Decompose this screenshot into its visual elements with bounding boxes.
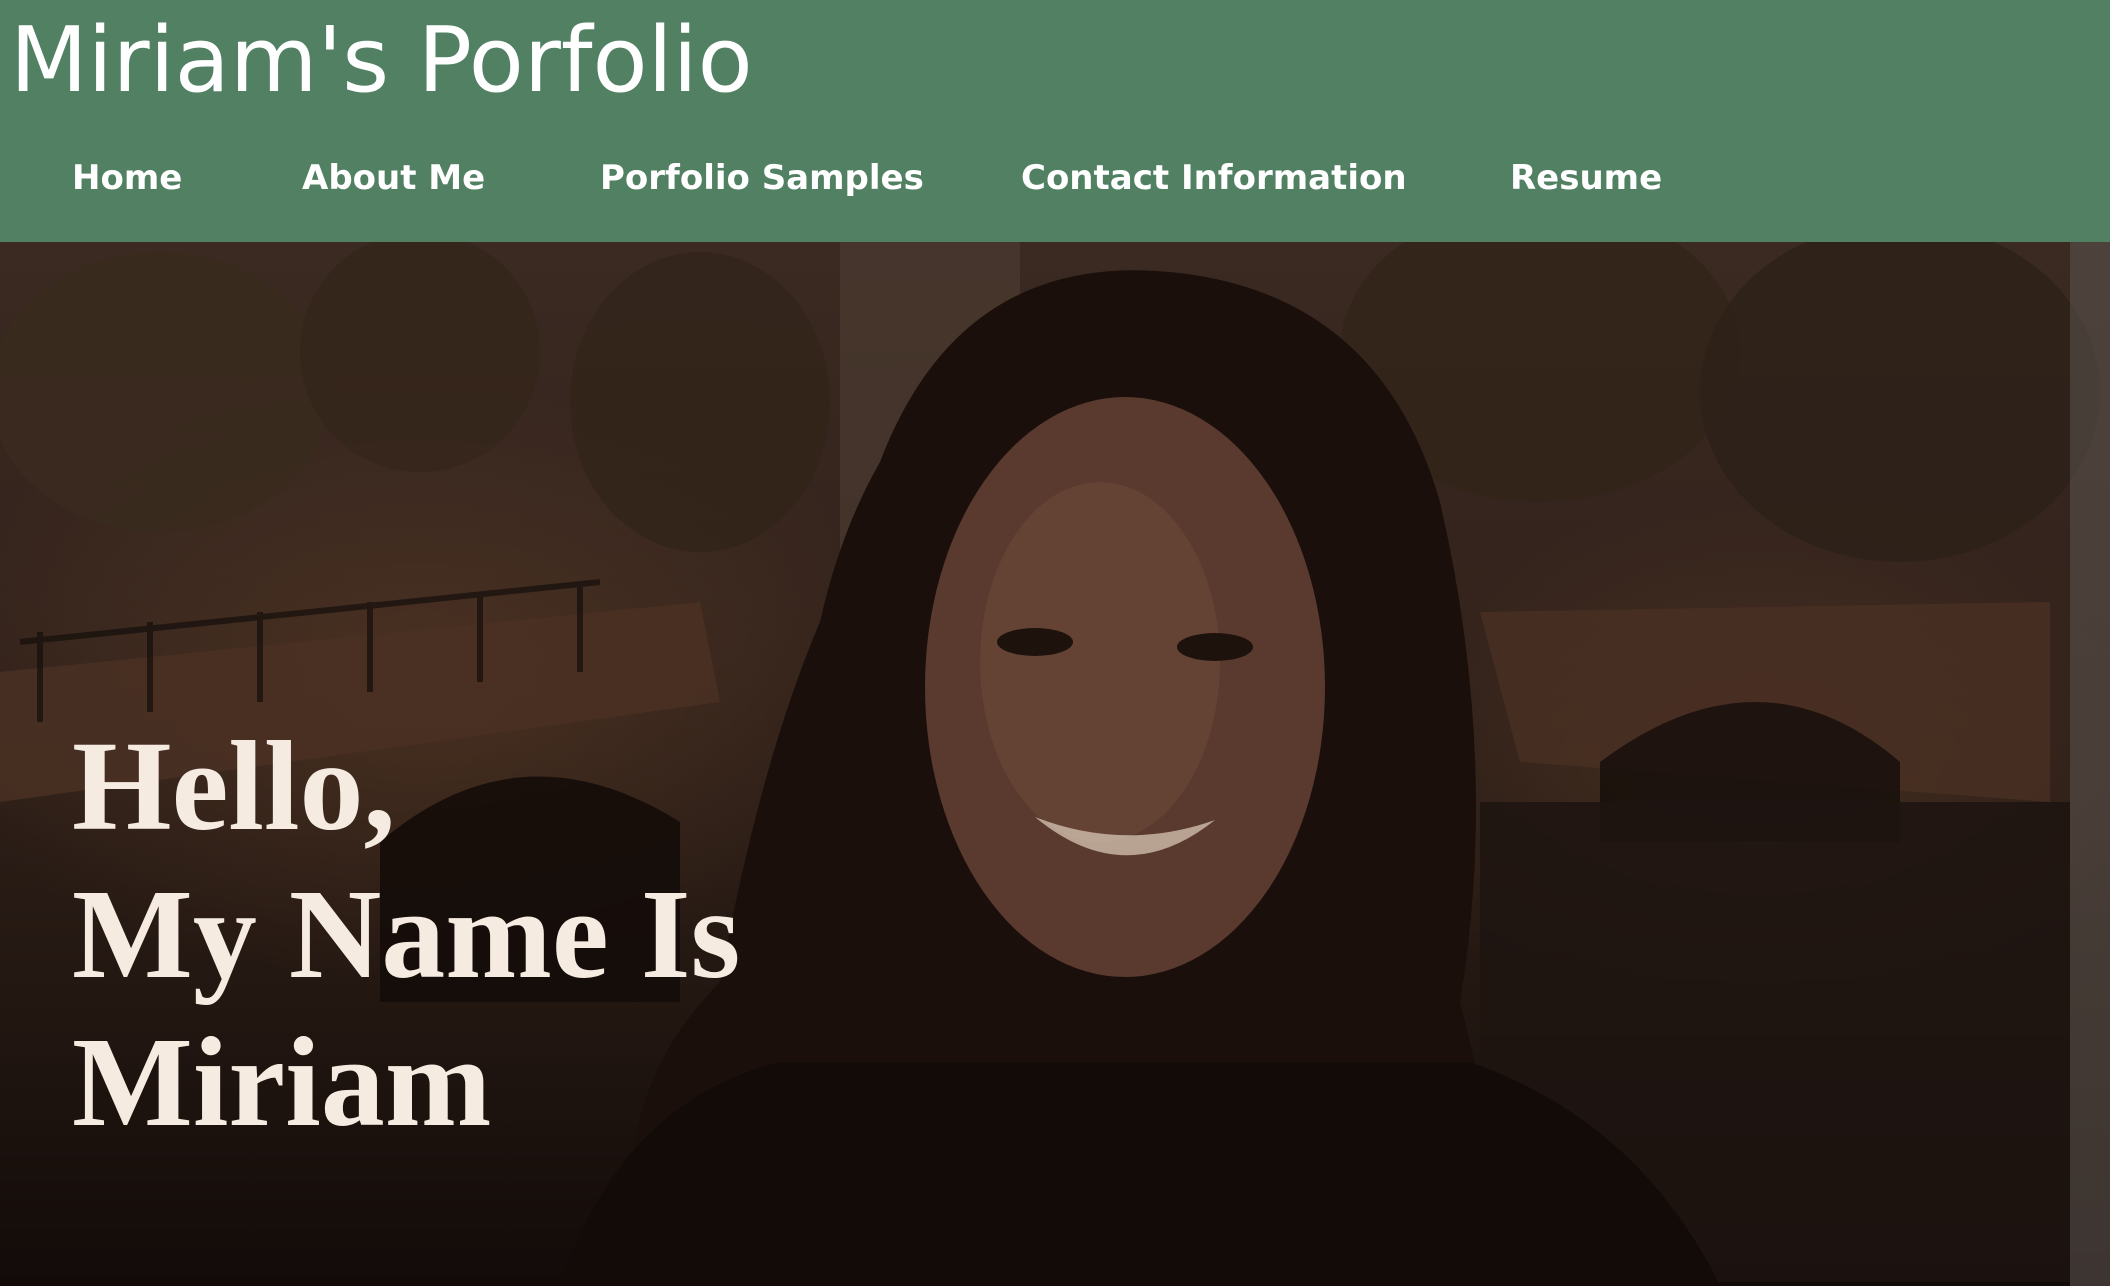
hero-heading-line-3: Miriam xyxy=(72,1011,492,1153)
site-title[interactable]: Miriam's Porfolio xyxy=(10,6,753,116)
person-eye-right xyxy=(1177,633,1253,661)
person-face-highlight xyxy=(980,482,1220,842)
hero-heading-line-1: Hello, xyxy=(72,715,396,857)
wall-edge xyxy=(2070,242,2110,1286)
site-header: Miriam's Porfolio Home About Me Porfolio… xyxy=(0,0,2110,242)
nav-link-home[interactable]: Home xyxy=(72,148,182,208)
person-eye-left xyxy=(997,628,1073,656)
hero-heading: Hello, My Name Is Miriam xyxy=(72,712,740,1156)
nav-link-about-me[interactable]: About Me xyxy=(302,148,485,208)
tree-shape xyxy=(1700,242,2100,562)
hero-section: Hello, My Name Is Miriam xyxy=(0,242,2110,1286)
tree-shape xyxy=(570,252,830,552)
tree-shape xyxy=(0,252,330,532)
nav-link-portfolio-samples[interactable]: Porfolio Samples xyxy=(600,148,924,208)
nav-link-contact-information[interactable]: Contact Information xyxy=(1021,148,1407,208)
page: Miriam's Porfolio Home About Me Porfolio… xyxy=(0,0,2110,1286)
nav-link-resume[interactable]: Resume xyxy=(1510,148,1662,208)
tree-shape xyxy=(300,242,540,472)
main-nav: Home About Me Porfolio Samples Contact I… xyxy=(0,148,2110,208)
hero-heading-line-2: My Name Is xyxy=(72,863,741,1005)
